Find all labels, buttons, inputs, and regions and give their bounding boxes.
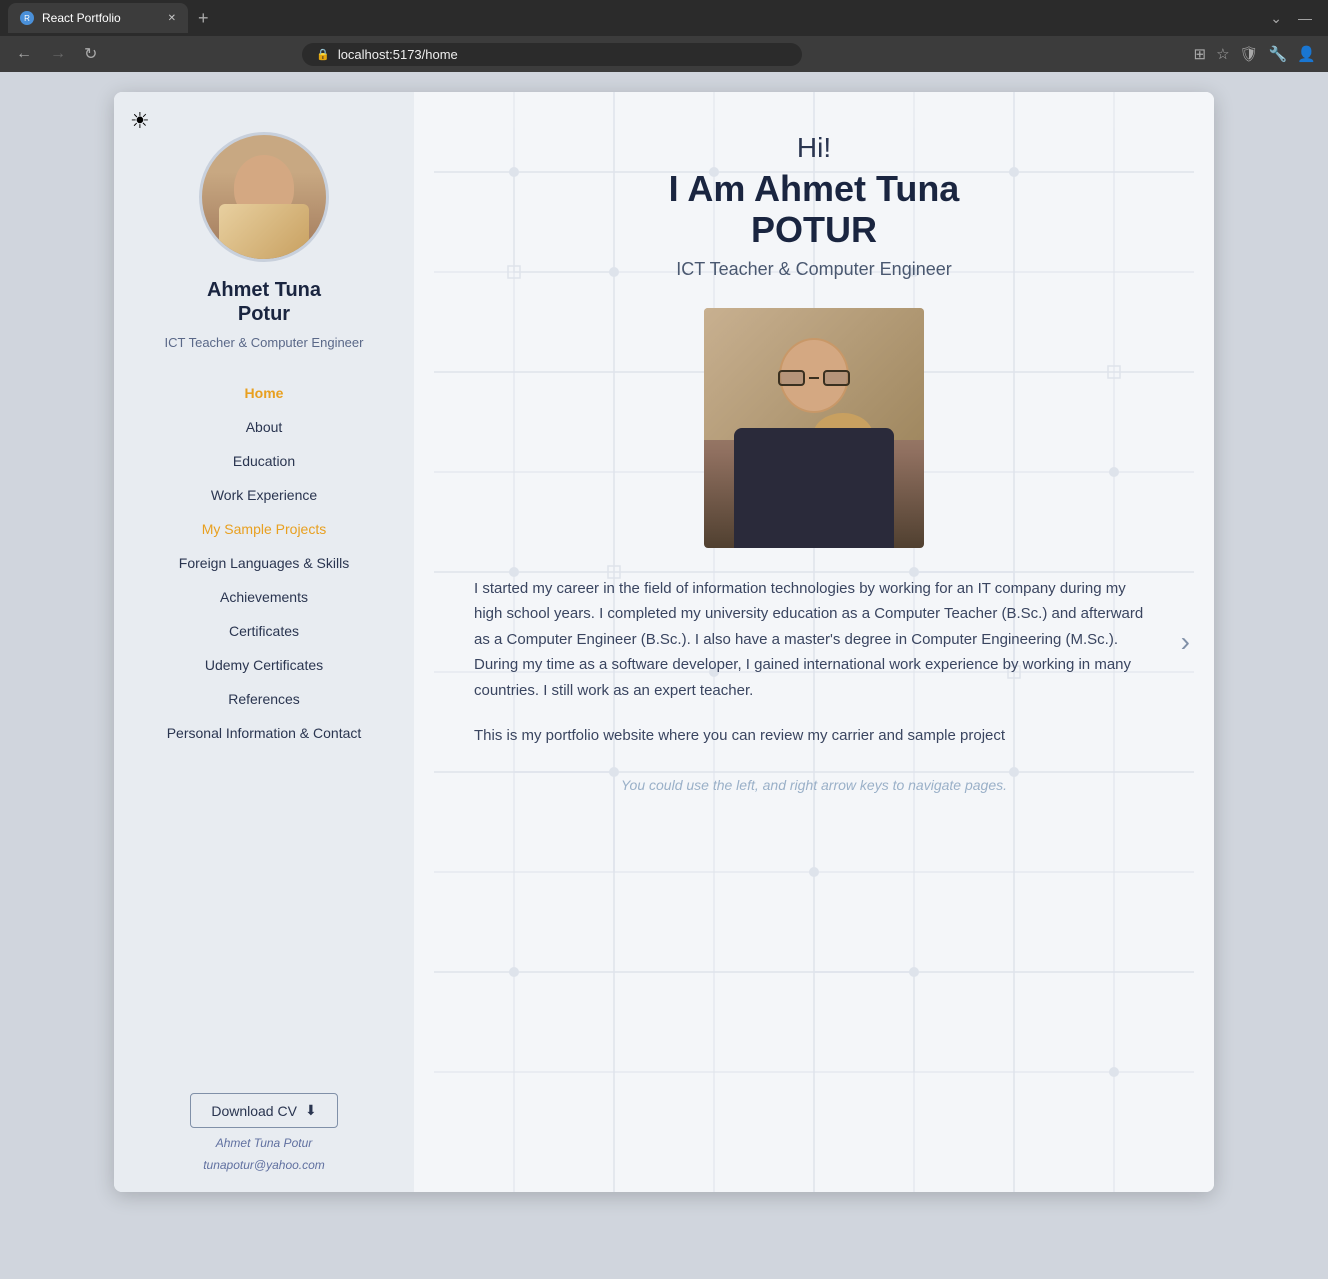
sidebar-item-education[interactable]: Education xyxy=(124,444,404,478)
main-content: Hi! I Am Ahmet Tuna POTUR ICT Teacher & … xyxy=(414,92,1214,1192)
main-card: ☀ Ahmet Tuna Potur ICT Teacher & Compute… xyxy=(114,92,1214,1192)
address-bar: ← → ↻ 🔒 localhost:5173/home ⊞ ☆ 🛡 🔧 👤 xyxy=(0,36,1328,72)
sidebar-footer-email: tunapotur@yahoo.com xyxy=(203,1158,325,1172)
window-menu-button[interactable]: ⌄ xyxy=(1262,10,1290,27)
sidebar: ☀ Ahmet Tuna Potur ICT Teacher & Compute… xyxy=(114,92,414,1192)
hero-name: I Am Ahmet Tuna POTUR xyxy=(474,168,1154,251)
glasses-right xyxy=(823,370,850,386)
hero-person-image xyxy=(704,308,924,548)
keyboard-nav-hint: You could use the left, and right arrow … xyxy=(474,777,1154,793)
minimize-button[interactable]: — xyxy=(1290,10,1320,26)
sidebar-item-references[interactable]: References xyxy=(124,682,404,716)
sidebar-item-foreign-languages-skills[interactable]: Foreign Languages & Skills xyxy=(124,546,404,580)
sidebar-item-work-experience[interactable]: Work Experience xyxy=(124,478,404,512)
sidebar-bottom: Download CV ⬇ Ahmet Tuna Potur tunapotur… xyxy=(124,1073,404,1172)
new-tab-button[interactable]: + xyxy=(192,8,215,29)
translate-icon[interactable]: ⊞ xyxy=(1194,45,1207,63)
avatar-image xyxy=(202,135,326,259)
hero-photo xyxy=(704,308,924,548)
bio-paragraph-1: I started my career in the field of info… xyxy=(474,576,1154,704)
sidebar-item-achievements[interactable]: Achievements xyxy=(124,580,404,614)
sidebar-name: Ahmet Tuna Potur xyxy=(207,278,321,326)
sidebar-item-udemy-certificates[interactable]: Udemy Certificates xyxy=(124,648,404,682)
sidebar-subtitle: ICT Teacher & Computer Engineer xyxy=(165,334,364,352)
browser-chrome: R React Portfolio ✕ + ⌄ — ← → ↻ 🔒 localh… xyxy=(0,0,1328,72)
bio-paragraph-2: This is my portfolio website where you c… xyxy=(474,723,1154,749)
tab-close-button[interactable]: ✕ xyxy=(168,13,176,24)
sidebar-item-certificates[interactable]: Certificates xyxy=(124,614,404,648)
tab-title: React Portfolio xyxy=(42,11,121,25)
back-button[interactable]: ← xyxy=(12,43,36,65)
page-container: ☀ Ahmet Tuna Potur ICT Teacher & Compute… xyxy=(0,72,1328,1279)
content-area: Hi! I Am Ahmet Tuna POTUR ICT Teacher & … xyxy=(414,92,1214,1192)
download-cv-button[interactable]: Download CV ⬇ xyxy=(190,1093,337,1128)
url-bar[interactable]: 🔒 localhost:5173/home xyxy=(302,43,802,66)
person-glasses xyxy=(778,370,850,386)
sidebar-item-my-sample-projects[interactable]: My Sample Projects xyxy=(124,512,404,546)
glasses-left xyxy=(778,370,805,386)
address-bar-actions: ⊞ ☆ 🛡 🔧 👤 xyxy=(1194,45,1316,63)
download-icon: ⬇ xyxy=(305,1102,317,1119)
url-text: localhost:5173/home xyxy=(338,47,458,62)
sidebar-item-about[interactable]: About xyxy=(124,410,404,444)
active-tab[interactable]: R React Portfolio ✕ xyxy=(8,3,188,33)
avatar xyxy=(199,132,329,262)
sidebar-nav: Home About Education Work Experience My … xyxy=(124,376,404,750)
glasses-bridge xyxy=(809,377,818,379)
settings-icon[interactable]: 🔧 xyxy=(1269,45,1288,63)
bookmark-icon[interactable]: ☆ xyxy=(1216,45,1229,63)
greeting-text: Hi! xyxy=(474,132,1154,164)
person-body xyxy=(734,428,894,548)
download-cv-label: Download CV xyxy=(211,1103,297,1119)
lock-icon: 🔒 xyxy=(316,48,330,61)
sidebar-item-personal-information-contact[interactable]: Personal Information & Contact xyxy=(124,716,404,750)
profile-icon[interactable]: 👤 xyxy=(1297,45,1316,63)
tab-favicon: R xyxy=(20,11,34,25)
shield-icon[interactable]: 🛡 xyxy=(1240,45,1259,63)
sidebar-item-home[interactable]: Home xyxy=(124,376,404,410)
hero-subtitle: ICT Teacher & Computer Engineer xyxy=(474,259,1154,280)
sidebar-footer-name: Ahmet Tuna Potur xyxy=(216,1136,313,1150)
tab-bar: R React Portfolio ✕ + ⌄ — xyxy=(0,0,1328,36)
avatar-body xyxy=(219,204,309,259)
refresh-button[interactable]: ↻ xyxy=(80,42,101,66)
theme-toggle-icon[interactable]: ☀ xyxy=(130,108,150,134)
forward-button[interactable]: → xyxy=(46,43,70,65)
